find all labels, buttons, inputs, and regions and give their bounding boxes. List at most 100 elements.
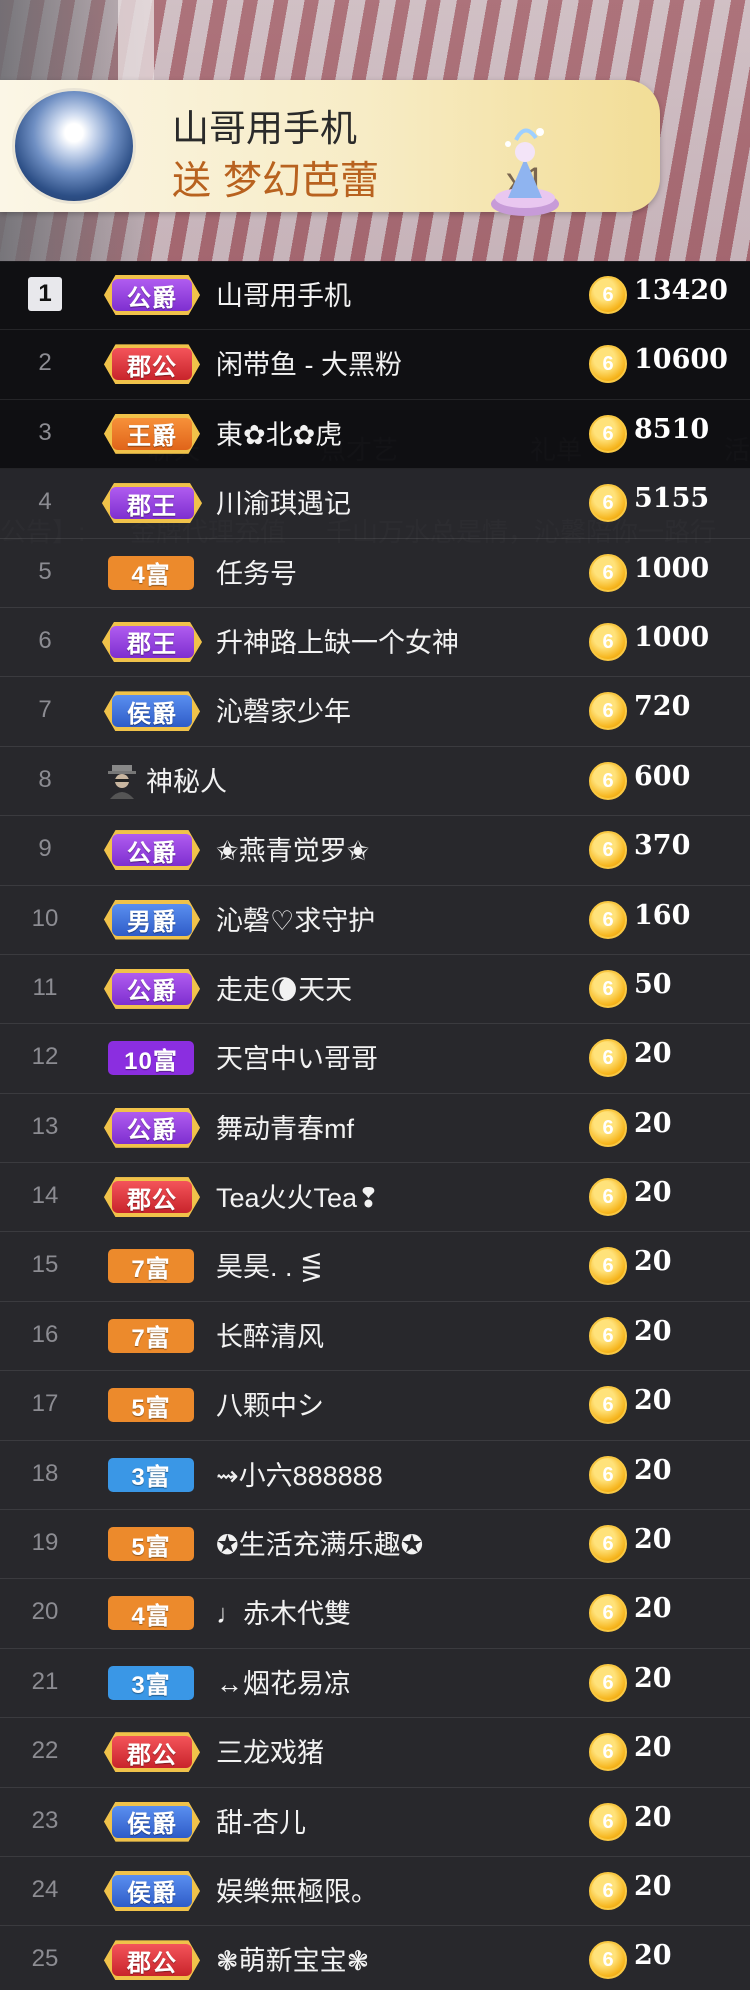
badge-label: 3富 (131, 1464, 171, 1492)
badge-label: 5富 (131, 1533, 171, 1561)
rank-number: 18 (31, 1459, 59, 1487)
ranking-row[interactable]: 19 5富 ✪生活充满乐趣✪ 6 20 (0, 1510, 750, 1580)
ranking-row[interactable]: 25 郡公 ❃萌新宝宝❃ 6 20 (0, 1926, 750, 1990)
user-name[interactable]: 沁磬♡求守护 (216, 899, 375, 938)
rank-number: 23 (31, 1806, 59, 1834)
contribution-score: 20 (634, 1454, 672, 1486)
rank-number: 20 (31, 1598, 59, 1626)
user-name[interactable]: 三龙戏猪 (216, 1731, 324, 1770)
ranking-row[interactable]: 10 男爵 沁磬♡求守护 6 160 (0, 885, 750, 955)
ranking-row[interactable]: 16 7富 长醉清风 6 20 (0, 1301, 750, 1372)
coin-icon: 6 (589, 1525, 627, 1564)
rank-badge: 王爵 (104, 413, 200, 454)
user-name[interactable]: 神秘人 (146, 760, 227, 799)
rank-badge: 公爵 (104, 968, 200, 1009)
user-name[interactable]: ✪生活充满乐趣✪ (216, 1523, 423, 1562)
ranking-row[interactable]: 1 公爵 山哥用手机 6 13420 (0, 261, 750, 331)
rank-number: 13 (31, 1112, 59, 1140)
ranking-row[interactable]: 22 郡公 三龙戏猪 6 20 (0, 1718, 750, 1788)
gift-verb: 送 (172, 160, 212, 203)
rank-number: 6 (38, 626, 52, 654)
user-name[interactable]: ↔烟花易凉 (216, 1662, 351, 1701)
rank-badge: 7富 (108, 1249, 194, 1284)
contribution-score: 20 (634, 1593, 672, 1625)
contribution-score: 20 (634, 1038, 672, 1070)
ranking-row[interactable]: 9 公爵 ✬燕青觉罗✬ 6 370 (0, 816, 750, 886)
badge-label: 郡公 (127, 1741, 177, 1769)
rank-number: 3 (38, 418, 52, 446)
user-name[interactable]: ♩赤木代雙 (216, 1592, 351, 1631)
rank-badge: 公爵 (104, 1107, 200, 1148)
rank-number: 15 (31, 1251, 59, 1279)
rank-badge: 侯爵 (104, 1801, 200, 1842)
ranking-row[interactable]: 23 侯爵 甜-杏儿 6 20 (0, 1787, 750, 1857)
user-name[interactable]: 闲带鱼 - 大黑粉 (216, 343, 402, 382)
ranking-row[interactable]: 3 王爵 東✿北✿虎 6 8510 (0, 399, 750, 470)
rank-badge: 郡公 (104, 1940, 200, 1981)
user-name[interactable]: 娱樂無極限。 (216, 1870, 378, 1909)
contribution-score: 20 (634, 1870, 672, 1902)
user-name[interactable]: Tea火火Tea❢ (216, 1176, 380, 1215)
coin-icon: 6 (589, 1316, 627, 1355)
user-name[interactable]: 走走🌘天天 (216, 968, 352, 1007)
ranking-row[interactable]: 5 4富 任务号 6 1000 (0, 538, 750, 608)
rank-number: 5 (38, 557, 52, 585)
ranking-row[interactable]: 13 公爵 舞动青春mf 6 20 (0, 1093, 750, 1164)
user-name[interactable]: 升神路上缺一个女神 (216, 621, 459, 660)
rank-number: 17 (31, 1390, 59, 1418)
ranking-row[interactable]: 4 郡王 川渝琪遇记 6 5155 (0, 469, 750, 539)
ranking-row[interactable]: 2 郡公 闲带鱼 - 大黑粉 6 10600 (0, 330, 750, 400)
rank-badge: 郡王 (102, 483, 202, 524)
sender-avatar[interactable] (12, 88, 136, 204)
contribution-score: 20 (634, 1940, 672, 1972)
user-name[interactable]: 山哥用手机 (216, 274, 351, 313)
rank-number: 11 (32, 973, 58, 1001)
badge-label: 公爵 (127, 839, 177, 867)
rank-number: 24 (31, 1875, 59, 1903)
ranking-row[interactable]: 17 5富 八颗中シ 6 20 (0, 1371, 750, 1441)
coin-icon: 6 (589, 484, 627, 523)
rank-badge: 公爵 (104, 275, 200, 315)
ranking-row[interactable]: 21 3富 ↔烟花易凉 6 20 (0, 1648, 750, 1719)
ranking-row[interactable]: 11 公爵 走走🌘天天 6 50 (0, 954, 750, 1025)
user-name[interactable]: 八颗中シ (216, 1384, 324, 1423)
badge-label: 郡公 (127, 353, 177, 381)
contribution-score: 720 (634, 691, 691, 723)
rank-badge: 郡公 (104, 1177, 200, 1218)
ranking-row[interactable]: 24 侯爵 娱樂無極限。 6 20 (0, 1856, 750, 1927)
ranking-row[interactable]: 8 神秘人 6 600 (0, 746, 750, 817)
coin-icon: 6 (589, 1455, 627, 1494)
ranking-row[interactable]: 18 3富 ⇝小六888888 6 20 (0, 1440, 750, 1511)
contribution-score: 20 (634, 1732, 672, 1764)
ranking-row[interactable]: 20 4富 ♩赤木代雙 6 20 (0, 1579, 750, 1649)
user-name[interactable]: 天宫中い哥哥 (216, 1037, 378, 1076)
rank-number: 4 (38, 488, 52, 516)
ranking-row[interactable]: 6 郡王 升神路上缺一个女神 6 1000 (0, 607, 750, 678)
badge-label: 郡公 (127, 1949, 177, 1977)
rank-badge: 3富 (108, 1457, 194, 1492)
user-name[interactable]: 甜-杏儿 (216, 1801, 306, 1840)
coin-icon: 6 (589, 900, 627, 939)
contribution-score: 1000 (634, 621, 710, 653)
coin-icon: 6 (589, 1733, 627, 1772)
rank-number: 14 (31, 1182, 59, 1210)
user-name[interactable]: ❃萌新宝宝❃ (216, 1939, 369, 1978)
badge-label: 侯爵 (127, 1880, 177, 1908)
badge-label: 4富 (131, 562, 171, 590)
ranking-row[interactable]: 12 10富 天宫中い哥哥 6 20 (0, 1024, 750, 1094)
user-name[interactable]: 東✿北✿虎 (216, 413, 342, 452)
user-name[interactable]: 舞动青春mf (216, 1107, 354, 1146)
gift-name: 梦幻芭蕾 (223, 160, 380, 203)
ranking-row[interactable]: 14 郡公 Tea火火Tea❢ 6 20 (0, 1163, 750, 1233)
badge-label: 公爵 (127, 1117, 177, 1145)
user-name[interactable]: ⇝小六888888 (216, 1454, 383, 1493)
ranking-row[interactable]: 15 7富 昊昊. . ⋚ 6 20 (0, 1232, 750, 1302)
ranking-row[interactable]: 7 侯爵 沁磬家少年 6 720 (0, 677, 750, 747)
user-name[interactable]: 昊昊. . ⋚ (216, 1245, 323, 1284)
user-name[interactable]: 长醉清风 (216, 1315, 324, 1354)
user-name[interactable]: 川渝琪遇记 (216, 482, 351, 521)
user-name[interactable]: 沁磬家少年 (216, 690, 351, 729)
user-name[interactable]: 任务号 (216, 552, 297, 591)
user-name[interactable]: ✬燕青觉罗✬ (216, 829, 369, 868)
mystery-user-icon (108, 764, 136, 799)
